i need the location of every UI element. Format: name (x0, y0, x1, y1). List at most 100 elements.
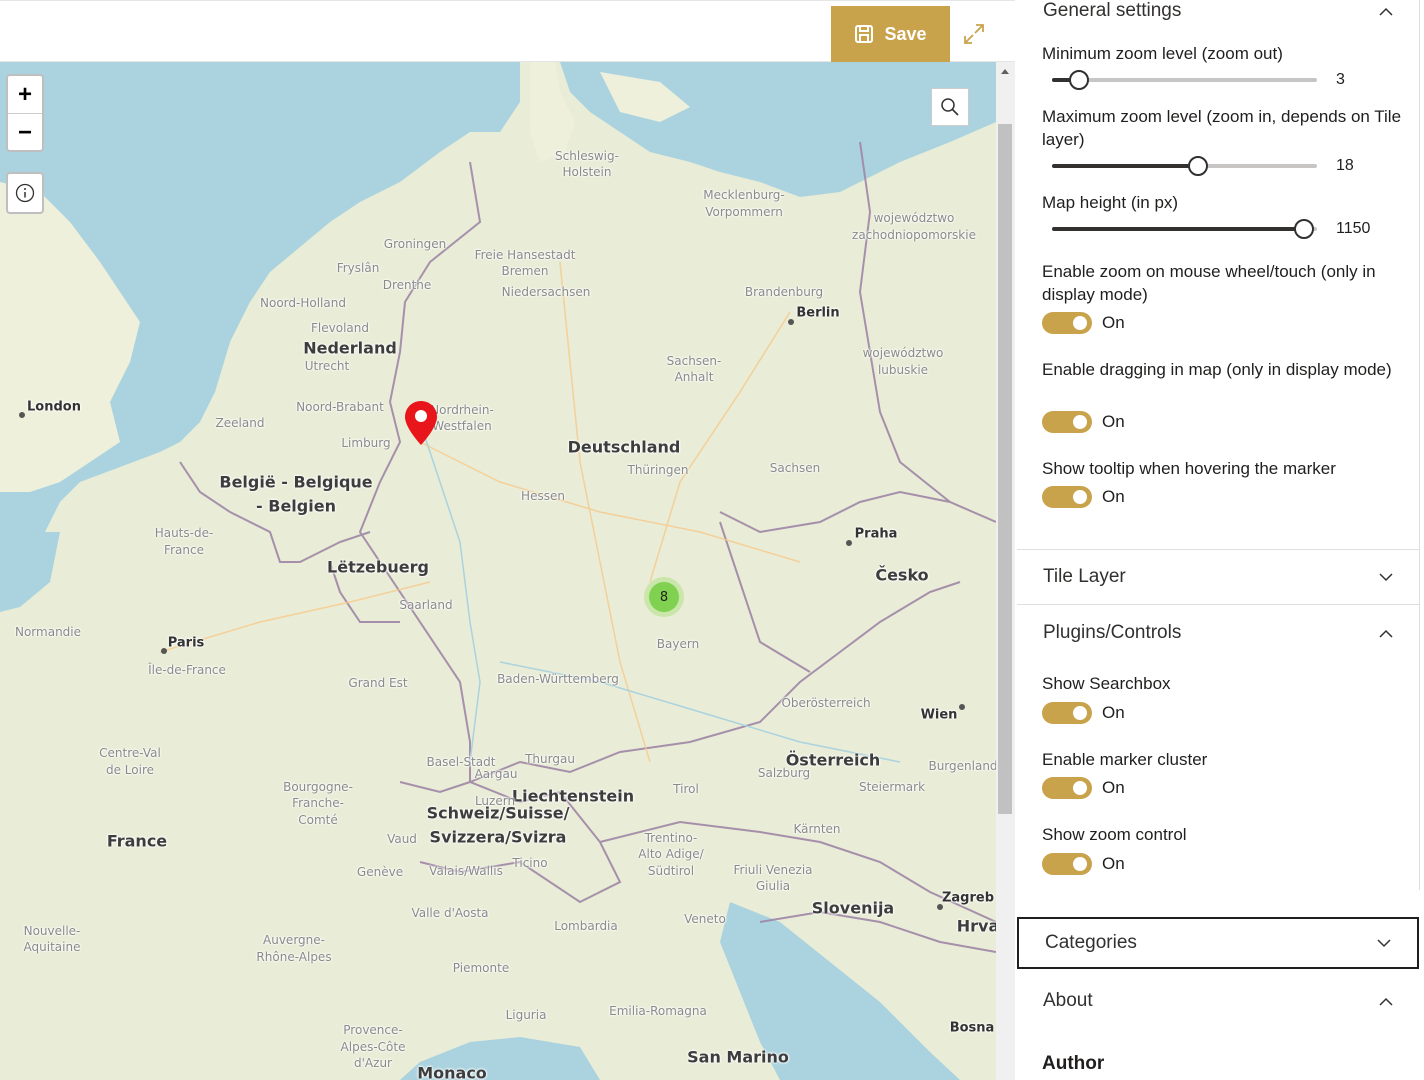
zoom-out-button[interactable]: − (8, 113, 42, 151)
divider (1017, 604, 1419, 605)
map-label-region: Sachsen (769, 461, 821, 475)
save-button[interactable]: Save (831, 6, 950, 62)
dragging-toggle[interactable] (1042, 411, 1092, 433)
toggle-knob (1073, 706, 1087, 720)
zoom-control-toggle[interactable] (1042, 853, 1092, 875)
map-label-region: Utrecht (304, 359, 350, 373)
map-label-region: Niedersachsen (501, 285, 591, 299)
map-label-region: d'Azur (354, 1056, 392, 1070)
map-label-region: Zeeland (215, 416, 265, 430)
searchbox-toggle[interactable] (1042, 702, 1092, 724)
author-heading: Author (1042, 1053, 1105, 1074)
toolbar: Save (0, 0, 1015, 62)
slider-thumb[interactable] (1068, 70, 1089, 90)
map-label-region: Friuli Venezia (733, 863, 813, 877)
marker-cluster[interactable]: 8 (644, 577, 684, 617)
expand-icon[interactable] (962, 22, 986, 46)
map-label-region: Vaud (387, 832, 417, 846)
map-label-region: Bourgogne- (283, 780, 353, 794)
min-zoom-label: Minimum zoom level (zoom out) (1042, 44, 1283, 63)
chevron-up-icon (1379, 7, 1393, 16)
map-label-region: Holstein (562, 165, 612, 179)
max-zoom-slider[interactable] (1052, 156, 1317, 176)
city-marker (788, 319, 794, 325)
map-label-region: Freie Hansestadt (474, 248, 576, 262)
map-label-region: Genève (356, 865, 404, 879)
map-label-country: Hrva (956, 916, 996, 936)
map-label-region: Anhalt (674, 370, 714, 384)
section-categories[interactable]: Categories (1017, 917, 1419, 969)
map-label-region: Emilia-Romagna (609, 1004, 707, 1018)
toggle-knob (1073, 490, 1087, 504)
save-icon (855, 25, 874, 43)
map-label-region: Giulia (755, 879, 791, 893)
chevron-down-icon (1379, 572, 1393, 581)
map-label-region: Bremen (501, 264, 549, 278)
slider-fill (1052, 164, 1198, 168)
city-marker (19, 412, 25, 418)
map-label-region: Normandie (14, 625, 82, 639)
marker-cluster-label: Enable marker cluster (1042, 750, 1208, 769)
map-view[interactable]: Deutschland Nederland België - Belgique … (0, 62, 996, 1080)
page-scrollbar[interactable] (996, 62, 1015, 1080)
map-label-region: Hauts-de- (154, 526, 214, 540)
map-label-region: lubuskie (877, 363, 929, 377)
save-label: Save (884, 23, 927, 44)
map-label-region: Grand Est (348, 676, 408, 690)
marker-cluster-toggle[interactable] (1042, 777, 1092, 799)
map-label-region: Thurgau (525, 752, 575, 766)
chevron-up-icon (1379, 629, 1393, 638)
zoom-control: + − (6, 74, 44, 152)
map-label-region: Centre-Val (99, 746, 161, 760)
map-label-region: Bayern (656, 637, 700, 651)
slider-thumb[interactable] (1293, 219, 1314, 239)
section-plugins-controls[interactable]: Plugins/Controls (1017, 607, 1419, 659)
section-title: Categories (1045, 932, 1137, 953)
toggle-knob (1073, 857, 1087, 871)
map-height-slider[interactable] (1052, 219, 1317, 239)
zoom-control-state: On (1102, 854, 1125, 873)
map-label-region: de Loire (105, 763, 155, 777)
map-label-region: Salzburg (757, 766, 811, 780)
map-label-region: Île-de-France (148, 663, 226, 677)
searchbox-label: Show Searchbox (1042, 674, 1171, 693)
map-label-region: Aquitaine (23, 940, 81, 954)
wheel-zoom-toggle[interactable] (1042, 312, 1092, 334)
scroll-up-arrow[interactable] (1001, 69, 1009, 74)
map-search-button[interactable] (931, 88, 969, 126)
map-label-region: Oberösterreich (781, 696, 871, 710)
map-label-region: Baden-Württemberg (497, 672, 619, 686)
map-label-region: Trentino- (644, 831, 698, 845)
search-icon (941, 98, 959, 116)
city-marker (161, 648, 167, 654)
map-label-city: Praha (854, 526, 898, 542)
map-marker-icon[interactable] (404, 400, 438, 446)
scrollbar-thumb[interactable] (998, 124, 1012, 814)
section-tile-layer[interactable]: Tile Layer (1017, 551, 1419, 603)
tooltip-label: Show tooltip when hovering the marker (1042, 459, 1336, 478)
section-about[interactable]: About (1017, 975, 1419, 1027)
zoom-in-button[interactable]: + (8, 76, 42, 113)
city-marker (959, 704, 965, 710)
map-label-region: Provence- (343, 1023, 403, 1037)
map-label-region: France (164, 543, 204, 557)
map-label-region: zachodniopomorskie (852, 228, 976, 242)
tooltip-state: On (1102, 487, 1125, 506)
map-label-region: Veneto (684, 912, 726, 926)
map-label-city: Berlin (796, 305, 840, 321)
tooltip-toggle[interactable] (1042, 486, 1092, 508)
map-label-country: - Belgien (256, 496, 336, 516)
map-label-region: Steiermark (858, 780, 926, 794)
toggle-knob (1073, 316, 1087, 330)
slider-thumb[interactable] (1187, 156, 1208, 176)
min-zoom-slider[interactable] (1052, 70, 1317, 90)
section-general-settings[interactable]: General settings (1017, 0, 1419, 22)
map-label-region: Saarland (399, 598, 453, 612)
map-label-region: Brandenburg (744, 285, 824, 299)
map-label-region: Lombardia (554, 919, 618, 933)
info-icon (15, 183, 35, 203)
info-button[interactable] (6, 172, 44, 214)
map-label-region: Auvergne- (263, 933, 325, 947)
map-label-region: województwo (862, 346, 944, 360)
map-label-country: Nederland (303, 338, 397, 358)
